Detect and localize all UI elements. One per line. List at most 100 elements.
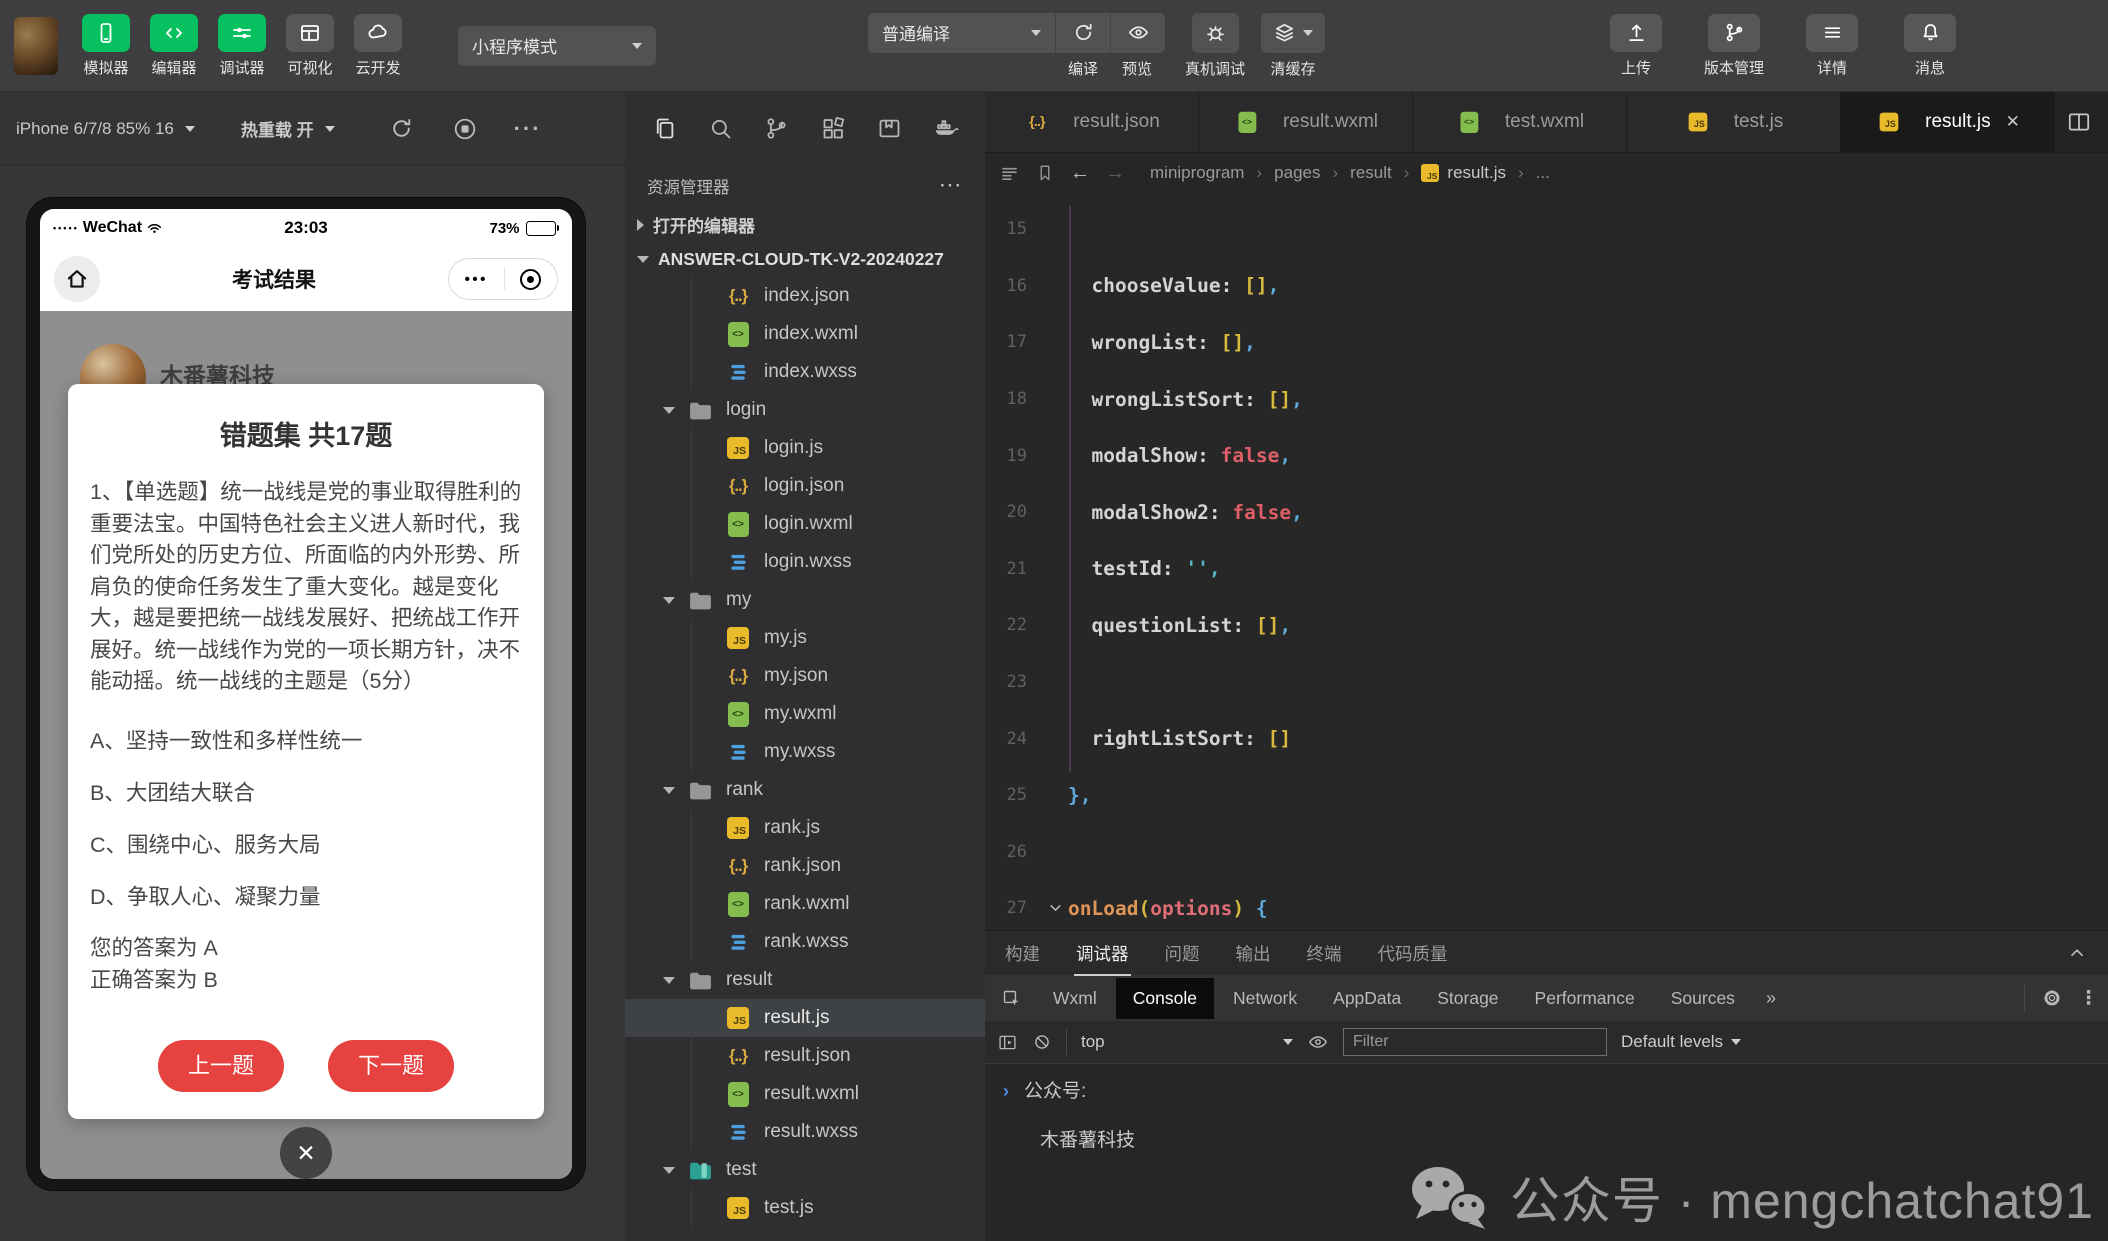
extensions-icon[interactable] [820, 115, 847, 142]
editor-button[interactable]: 编辑器 [142, 14, 206, 78]
code-editor[interactable]: 1516 chooseValue: [],17 wrongList: [],18… [985, 193, 2108, 871]
breadcrumb-item[interactable]: miniprogram [1150, 163, 1244, 183]
close-tab-icon[interactable]: ✕ [2006, 112, 2020, 132]
version-button[interactable]: 版本管理 [1698, 14, 1770, 78]
devtools-menu-icon[interactable]: ⋮ [2079, 987, 2098, 1010]
home-button[interactable] [54, 256, 100, 302]
tree-item-rank.wxss[interactable]: rank.wxss [625, 923, 985, 961]
panel-tab-输出[interactable]: 输出 [1236, 941, 1271, 966]
forward-icon[interactable]: → [1105, 162, 1125, 185]
upload-button[interactable]: 上传 [1600, 14, 1672, 78]
tree-item-login.json[interactable]: {..}login.json [625, 467, 985, 505]
breadcrumb-more[interactable]: ... [1536, 163, 1550, 183]
tree-item-result.wxss[interactable]: result.wxss [625, 1113, 985, 1151]
simulator-button[interactable]: 模拟器 [74, 14, 138, 78]
tree-item-rank.js[interactable]: JSrank.js [625, 809, 985, 847]
panel-toggle-icon[interactable] [997, 1032, 1018, 1053]
container-icon[interactable] [932, 115, 959, 142]
clear-console-icon[interactable] [1032, 1032, 1052, 1052]
tree-item-login[interactable]: login [625, 391, 985, 429]
devtools-tab-wxml[interactable]: Wxml [1036, 978, 1114, 1019]
expand-chevron-icon[interactable]: › [1003, 1081, 1009, 1102]
live-expression-icon[interactable] [1307, 1031, 1329, 1053]
tree-item-index.json[interactable]: {..}index.json [625, 277, 985, 315]
compile-mode-select[interactable]: 普通编译 [868, 13, 1056, 53]
devtools-settings-icon[interactable] [2041, 987, 2063, 1009]
breadcrumb-file[interactable]: JSresult.js [1421, 163, 1506, 183]
tree-item-index.wxss[interactable]: index.wxss [625, 353, 985, 391]
tree-item-login.js[interactable]: JSlogin.js [625, 429, 985, 467]
devtools-tab-appdata[interactable]: AppData [1316, 978, 1418, 1019]
breadcrumb-item[interactable]: result [1350, 163, 1392, 183]
device-select[interactable]: iPhone 6/7/8 85% 16 [16, 119, 195, 139]
open-editors-section[interactable]: 打开的编辑器 [625, 207, 985, 242]
tree-item-test[interactable]: test [625, 1151, 985, 1189]
prev-question-button[interactable]: 上一题 [158, 1040, 284, 1092]
tab-result.json[interactable]: {..}result.json [985, 92, 1199, 152]
stop-icon[interactable] [452, 116, 478, 142]
fold-chevron-icon[interactable] [1047, 900, 1064, 917]
tree-item-login.wxss[interactable]: login.wxss [625, 543, 985, 581]
tree-item-my.json[interactable]: {..}my.json [625, 657, 985, 695]
tab-test.js[interactable]: JStest.js [1627, 92, 1841, 152]
device-debug-button[interactable]: 真机调试 [1185, 13, 1245, 79]
panel-tab-调试器[interactable]: 调试器 [1076, 941, 1129, 966]
devtools-tab-performance[interactable]: Performance [1518, 978, 1652, 1019]
minimize-icon[interactable] [520, 269, 541, 290]
more-tabs-icon[interactable]: » [1754, 988, 1788, 1009]
tree-item-login.wxml[interactable]: <>login.wxml [625, 505, 985, 543]
compile-button[interactable] [1056, 13, 1111, 53]
restart-icon[interactable] [389, 116, 414, 141]
hot-reload-toggle[interactable]: 热重载 开 [241, 116, 335, 141]
panel-tab-构建[interactable]: 构建 [1005, 941, 1040, 966]
more-menu-icon[interactable]: ••• [465, 272, 488, 287]
devtools-tab-sources[interactable]: Sources [1654, 978, 1752, 1019]
tree-item-my.wxml[interactable]: <>my.wxml [625, 695, 985, 733]
visualization-button[interactable]: 可视化 [278, 14, 342, 78]
split-editor-icon[interactable] [2066, 109, 2092, 135]
project-root-section[interactable]: ANSWER-CLOUD-TK-V2-20240227 [625, 242, 985, 277]
user-avatar[interactable] [14, 17, 58, 75]
panel-tab-终端[interactable]: 终端 [1307, 941, 1342, 966]
tab-result.js[interactable]: JSresult.js✕ [1841, 92, 2055, 152]
tree-item-my.js[interactable]: JSmy.js [625, 619, 985, 657]
tree-item-my.wxss[interactable]: my.wxss [625, 733, 985, 771]
devtools-tab-console[interactable]: Console [1116, 978, 1214, 1019]
panel-tab-问题[interactable]: 问题 [1165, 941, 1200, 966]
details-button[interactable]: 详情 [1796, 14, 1868, 78]
tree-item-index.wxml[interactable]: <>index.wxml [625, 315, 985, 353]
inspect-element-icon[interactable] [1001, 988, 1022, 1009]
explorer-more-icon[interactable]: ··· [940, 176, 963, 196]
close-modal-button[interactable]: ✕ [280, 1127, 332, 1179]
tree-item-rank.json[interactable]: {..}rank.json [625, 847, 985, 885]
devtools-tab-storage[interactable]: Storage [1420, 978, 1515, 1019]
tree-item-result[interactable]: result [625, 961, 985, 999]
devtools-tab-network[interactable]: Network [1216, 978, 1314, 1019]
tree-item-test.js[interactable]: JStest.js [625, 1189, 985, 1227]
clear-cache-button[interactable]: 清缓存 [1261, 13, 1325, 79]
tab-result.wxml[interactable]: <>result.wxml [1199, 92, 1413, 152]
context-select[interactable]: top [1081, 1032, 1293, 1052]
collapse-panel-icon[interactable] [2066, 942, 2088, 964]
outline-icon[interactable] [999, 163, 1020, 184]
source-control-icon[interactable] [763, 115, 790, 142]
messages-button[interactable]: 消息 [1894, 14, 1966, 78]
breadcrumb-item[interactable]: pages [1274, 163, 1320, 183]
tree-item-rank.wxml[interactable]: <>rank.wxml [625, 885, 985, 923]
preview-button[interactable] [1111, 13, 1165, 53]
npm-window-icon[interactable] [876, 115, 903, 142]
tree-item-result.wxml[interactable]: <>result.wxml [625, 1075, 985, 1113]
tree-item-rank[interactable]: rank [625, 771, 985, 809]
mode-select[interactable]: 小程序模式 [458, 26, 656, 66]
next-question-button[interactable]: 下一题 [328, 1040, 454, 1092]
more-options-icon[interactable]: ··· [514, 116, 542, 142]
console-filter-input[interactable] [1343, 1028, 1607, 1056]
bookmark-icon[interactable] [1035, 163, 1055, 183]
tab-test.wxml[interactable]: <>test.wxml [1413, 92, 1627, 152]
panel-tab-代码质量[interactable]: 代码质量 [1378, 941, 1448, 966]
search-icon[interactable] [707, 115, 734, 142]
back-icon[interactable]: ← [1070, 162, 1090, 185]
tree-item-result.json[interactable]: {..}result.json [625, 1037, 985, 1075]
tree-item-my[interactable]: my [625, 581, 985, 619]
log-levels-select[interactable]: Default levels [1621, 1032, 1741, 1052]
